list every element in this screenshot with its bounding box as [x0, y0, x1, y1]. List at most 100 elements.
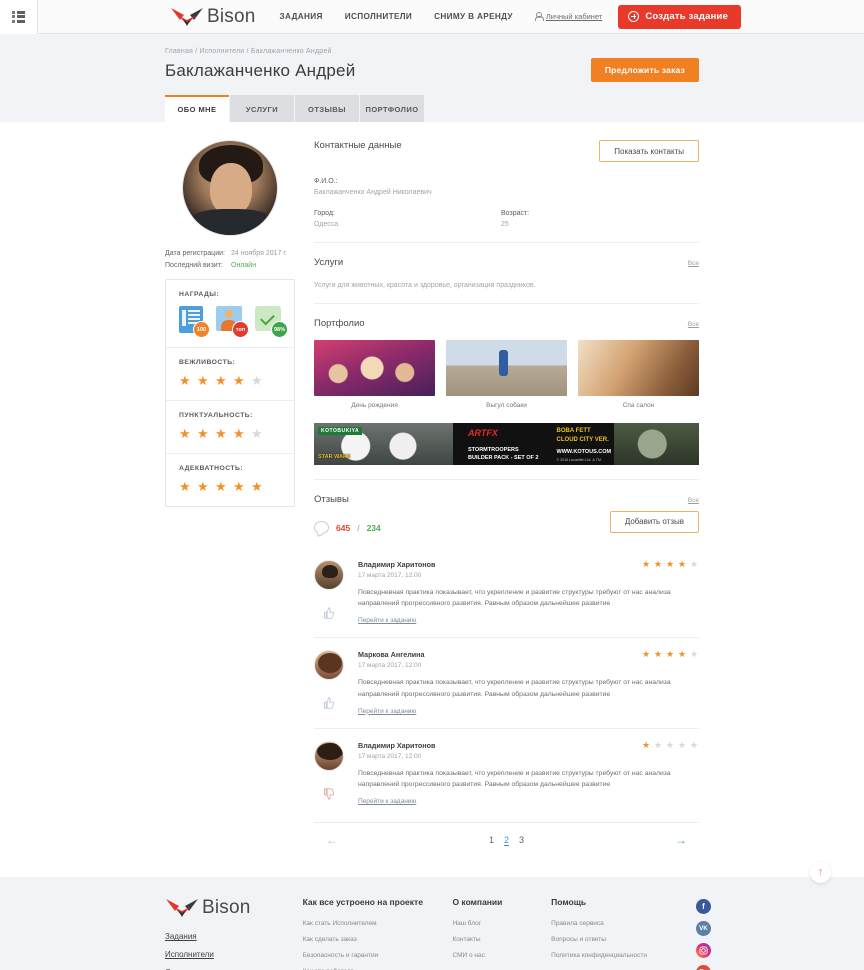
footer-link-performers[interactable]: Исполнители — [165, 950, 303, 959]
star-filled: ★ — [233, 373, 245, 388]
last-visit-value: Онлайн — [231, 262, 257, 269]
award-badge-rate[interactable]: 98% — [255, 306, 288, 338]
awards-title: НАГРАДЫ: — [179, 291, 220, 298]
footer-link-tasks[interactable]: Задания — [165, 932, 303, 941]
footer-item[interactable]: Вопросы и ответы — [551, 936, 677, 943]
footer-item[interactable]: Как стать Исполнителем — [303, 920, 431, 927]
personal-cabinet-link[interactable]: Личный кабинет — [534, 12, 603, 21]
instagram-icon[interactable] — [696, 943, 711, 959]
tab-about[interactable]: ОБО МНЕ — [165, 95, 229, 122]
review-text: Повседневная практика показывает, что ук… — [358, 769, 671, 789]
footer-item[interactable]: Как сделать заказ — [303, 936, 431, 943]
nav-item-tasks[interactable]: ЗАДАНИЯ — [280, 12, 323, 21]
footer-item[interactable]: Правила сервиса — [551, 920, 677, 927]
star-empty: ★ — [690, 559, 699, 569]
tab-services[interactable]: УСЛУГИ — [230, 95, 294, 122]
star-filled: ★ — [654, 649, 663, 660]
scroll-to-top-button[interactable]: ↑ — [810, 862, 831, 884]
site-footer: ↑ Bison Задания Исполнители Как все устр… — [0, 862, 864, 970]
go-to-task-link[interactable]: Перейти к заданию — [358, 617, 416, 624]
portfolio-caption: Выгул собаки — [486, 402, 527, 409]
vk-icon[interactable]: ᐯK — [696, 921, 711, 937]
site-logo[interactable]: Bison — [170, 6, 256, 28]
reviews-all-link[interactable]: Все — [688, 497, 699, 504]
offer-order-button[interactable]: Предложить заказ — [590, 58, 699, 82]
award-badge-top[interactable]: топ — [216, 306, 249, 338]
thumb-up-icon[interactable] — [321, 606, 335, 620]
arrow-left-icon[interactable]: ← — [326, 833, 338, 847]
rating-punctuality: ПУНКТУАЛЬНОСТЬ: ★ ★ ★ ★ ★ — [166, 401, 294, 454]
star-filled: ★ — [215, 426, 227, 441]
arrow-right-icon[interactable]: → — [675, 833, 687, 847]
tab-portfolio[interactable]: ПОРТФОЛИО — [360, 95, 424, 122]
review-date: 17 марта 2017, 12:00 — [358, 752, 422, 760]
star-filled: ★ — [251, 479, 263, 494]
cabinet-label: Личный кабинет — [545, 12, 603, 21]
advertisement-banner[interactable]: KOTOBUKIYA STAR WARS ARTFX STORMTROOPERS… — [314, 423, 699, 465]
footer-item[interactable]: Наш блог — [452, 920, 529, 927]
award-badge-tasks[interactable]: 100 — [179, 306, 210, 338]
awards-card: НАГРАДЫ: 100 топ 98% ВЕЖЛИВОСТЬ: ★ ★ ★ ★… — [165, 279, 295, 507]
review-date: 17 марта 2017, 12:00 — [358, 572, 422, 579]
divider — [314, 303, 699, 304]
banner-title2: CLOUD CITY VER. — [556, 437, 609, 443]
star-empty: ★ — [251, 426, 263, 441]
star-empty: ★ — [690, 649, 699, 660]
thumb-down-icon[interactable] — [321, 787, 335, 801]
profile-main: Контактные данные Показать контакты Ф.И.… — [314, 140, 699, 857]
list-menu-icon[interactable] — [0, 0, 38, 34]
go-to-task-link[interactable]: Перейти к заданию — [358, 708, 416, 715]
star-filled: ★ — [215, 479, 227, 494]
thumb-up-icon[interactable] — [321, 696, 335, 710]
social-links: f ᐯK G+ — [696, 899, 711, 970]
star-empty: ★ — [690, 739, 699, 750]
banner-line1: STORMTROOPERS — [468, 447, 519, 453]
nav-item-rent[interactable]: СНИМУ В АРЕНДУ — [434, 12, 513, 21]
footer-logo[interactable]: Bison — [165, 897, 303, 919]
services-text: Услуги для животных, красота и здоровье,… — [314, 282, 536, 289]
google-plus-icon[interactable]: G+ — [696, 965, 711, 970]
go-to-task-link[interactable]: Перейти к заданию — [358, 798, 416, 805]
city-label: Город: — [314, 210, 335, 217]
contacts-title: Контактные данные — [314, 140, 402, 151]
logo-text: Bison — [207, 5, 256, 27]
create-task-label: Создать задание — [645, 11, 729, 22]
page-number-1[interactable]: 1 — [489, 835, 494, 845]
footer-item[interactable]: Политика конфиденциальности — [551, 952, 677, 959]
create-task-button[interactable]: Создать задание — [618, 4, 742, 29]
page-number-3[interactable]: 3 — [519, 835, 524, 845]
services-all-link[interactable]: Все — [688, 260, 699, 267]
fio-value: Баклажанченко Андрей Николаевич — [314, 189, 432, 196]
registration-date-row: Дата регистрации: 24 ноября 2017 г. — [165, 250, 295, 257]
profile-sidebar: Дата регистрации: 24 ноября 2017 г. Посл… — [165, 140, 295, 857]
last-visit-label: Последний визит: — [165, 262, 223, 269]
tab-reviews[interactable]: ОТЗЫВЫ — [295, 95, 359, 122]
banner-boba-fett-image — [614, 423, 699, 465]
footer-item[interactable]: СМИ о нас — [452, 952, 529, 959]
nav-item-performers[interactable]: ИСПОЛНИТЕЛИ — [345, 12, 412, 21]
footer-column-title: Помощь — [551, 897, 587, 908]
footer-item[interactable]: Безопасность и гарантии — [303, 952, 431, 959]
star-filled: ★ — [642, 559, 651, 569]
award-pill-count: 100 — [193, 321, 210, 338]
banner-logo: ARTFX — [468, 428, 498, 438]
footer-logo-text: Bison — [202, 897, 251, 919]
star-filled: ★ — [642, 649, 651, 660]
add-review-button[interactable]: Добавить отзыв — [609, 510, 699, 533]
portfolio-item[interactable]: Спа салон — [578, 340, 699, 409]
banner-url: WWW.KOTOUS.COM — [556, 449, 612, 455]
profile-photo — [182, 140, 278, 236]
star-filled: ★ — [678, 559, 687, 569]
portfolio-all-link[interactable]: Все — [688, 321, 699, 328]
show-contacts-button[interactable]: Показать контакты — [599, 140, 699, 162]
reviewer-avatar-male — [314, 560, 344, 590]
reviewer-avatar-female-1 — [314, 650, 344, 681]
star-filled: ★ — [179, 479, 191, 494]
page-number-2[interactable]: 2 — [503, 835, 509, 846]
footer-item[interactable]: Контакты — [452, 936, 529, 943]
rating-adequacy-stars: ★ ★ ★ ★ ★ — [179, 480, 281, 493]
portfolio-item[interactable]: Выгул собаки — [446, 340, 567, 409]
portfolio-item[interactable]: День рождения — [314, 340, 435, 409]
facebook-icon[interactable]: f — [696, 899, 711, 915]
profile-tabs: ОБО МНЕ УСЛУГИ ОТЗЫВЫ ПОРТФОЛИО — [165, 95, 699, 122]
